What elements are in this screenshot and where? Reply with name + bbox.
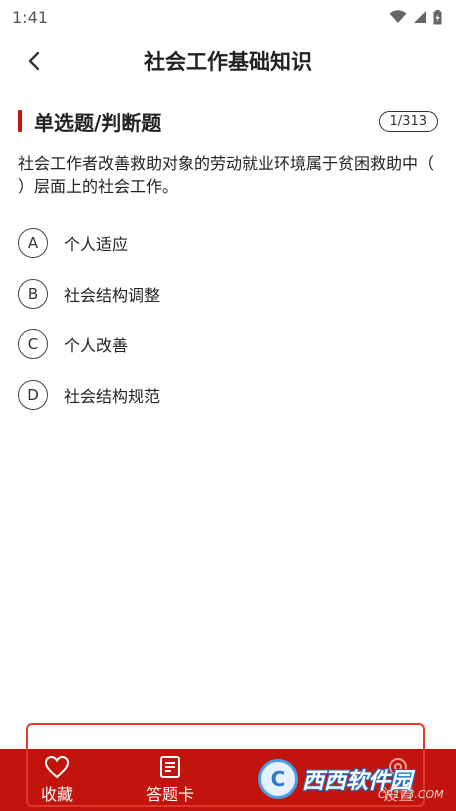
option-letter: A [18, 228, 48, 259]
question-type-label: 单选题/判断题 [34, 110, 162, 135]
watermark-logo-icon: C [258, 759, 298, 799]
status-icons [389, 9, 442, 25]
watermark: C 西西软件园 CR173.COM [258, 752, 444, 806]
option-d[interactable]: D 社会结构规范 [18, 370, 438, 421]
option-text: 个人适应 [64, 235, 129, 255]
page-title: 社会工作基础知识 [144, 50, 312, 74]
accent-bar [18, 110, 22, 132]
option-b[interactable]: B 社会结构调整 [18, 269, 438, 320]
watermark-sub: CR173.COM [378, 788, 444, 801]
option-a[interactable]: A 个人适应 [18, 218, 438, 269]
question-counter: 1/313 [378, 110, 438, 132]
status-time: 1:41 [12, 7, 48, 27]
option-letter: C [18, 329, 48, 360]
back-button[interactable] [20, 46, 48, 76]
option-text: 个人改善 [64, 336, 129, 356]
wifi-icon [389, 10, 407, 23]
options-list: A 个人适应 B 社会结构调整 C 个人改善 D 社会结构规范 [18, 218, 438, 420]
option-c[interactable]: C 个人改善 [18, 319, 438, 370]
question-text: 社会工作者改善救助对象的劳动就业环境属于贫困救助中（ ）层面上的社会工作。 [18, 154, 435, 196]
option-text: 社会结构调整 [64, 285, 161, 305]
status-bar: 1:41 [0, 0, 456, 34]
app-header: 社会工作基础知识 [0, 34, 456, 88]
question-type-row: 单选题/判断题 1/313 [18, 106, 438, 136]
chevron-left-icon [28, 51, 40, 71]
option-letter: B [18, 278, 48, 309]
option-letter: D [18, 379, 48, 410]
signal-icon [414, 11, 426, 23]
battery-icon [433, 9, 442, 24]
option-text: 社会结构规范 [64, 386, 161, 406]
